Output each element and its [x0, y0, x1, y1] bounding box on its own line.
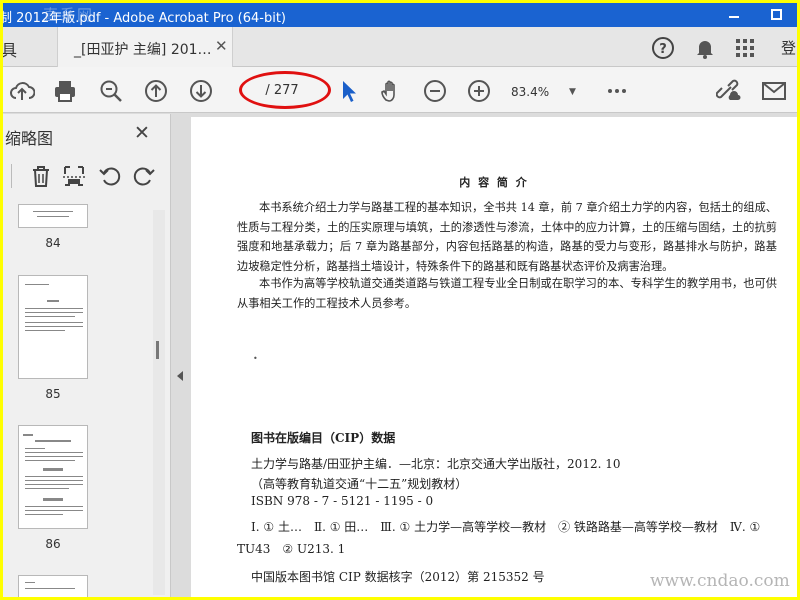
body-paragraph: 本书系统介绍土力学与路基工程的基本知识，全书共 14 章，前 7 章介绍土力学的… [237, 201, 777, 273]
chevron-down-icon: ▼ [569, 87, 576, 97]
page-thumbnail[interactable] [18, 204, 88, 228]
maximize-button[interactable] [761, 5, 791, 25]
thumb-text-line [25, 460, 75, 461]
thumb-text-line [25, 456, 83, 457]
close-panel-icon[interactable]: ✕ [134, 122, 150, 144]
thumbnail-page-number: 86 [45, 537, 61, 551]
thumbnail-page-number: 85 [45, 387, 61, 401]
thumbnail-page-number: 84 [45, 236, 61, 250]
zoom-out-icon[interactable] [422, 78, 448, 104]
divider [11, 164, 12, 188]
thumb-text-line [25, 284, 49, 285]
cip-heading: 图书在版编目（CIP）数据 [251, 431, 396, 445]
thumb-text-line [25, 588, 75, 589]
sign-in-button[interactable]: 登 [781, 37, 796, 58]
close-tab-icon[interactable]: ✕ [215, 37, 228, 55]
thumb-text-line [25, 476, 83, 477]
rotate-left-icon[interactable] [98, 164, 122, 188]
svg-text:?: ? [659, 42, 667, 57]
hand-tool-icon[interactable] [378, 78, 404, 104]
thumb-text-line [25, 582, 35, 583]
thumb-text-line [37, 216, 69, 217]
zoom-level-value: 83.4% [511, 85, 550, 99]
thumb-text-line [25, 308, 83, 309]
zoom-search-icon[interactable] [98, 78, 124, 104]
cip-line: 土力学与路基/田亚护主编．—北京：北京交通大学出版社，2012. 10 [251, 457, 621, 471]
title-bar: 制 2012年版.pdf - Adobe Acrobat Pro (64-bit… [3, 3, 797, 27]
thumb-text-line [25, 322, 83, 323]
tab-tools[interactable]: 具 [3, 27, 50, 67]
thumb-text-line [25, 506, 83, 507]
tab-document-label: _[田亚护 主编] 201… [74, 42, 212, 58]
zoom-level-select[interactable]: 83.4% ▼ [511, 81, 579, 103]
thumb-text-line [25, 484, 83, 485]
select-cursor-icon[interactable] [336, 78, 362, 104]
panel-title: 缩略图 [5, 129, 54, 148]
page-thumbnail[interactable] [18, 575, 88, 597]
thumbnails-panel: 缩略图 ✕ 84 85 86 [3, 114, 171, 597]
scrollbar-thumb[interactable] [156, 341, 159, 359]
thumb-heading-line [35, 440, 71, 442]
thumbnail-scrollbar[interactable] [153, 210, 165, 595]
share-link-icon[interactable] [716, 78, 742, 104]
apps-grid-icon[interactable] [733, 36, 757, 60]
cip-line: ISBN 978 - 7 - 5121 - 1195 - 0 [251, 494, 434, 508]
stray-mark: • [253, 354, 258, 363]
thumb-heading-line [43, 468, 63, 471]
thumb-text-line [25, 510, 83, 511]
thumb-text-line [25, 330, 65, 331]
cip-line: 中国版本图书馆 CIP 数据核字（2012）第 215352 号 [251, 570, 545, 584]
print-icon[interactable] [52, 78, 78, 104]
next-page-icon[interactable] [188, 78, 214, 104]
tab-bar: 具 _[田亚护 主编] 201… ✕ ? 登 [3, 27, 797, 67]
thumb-text-line [25, 448, 45, 449]
thumbnail-list: 84 85 86 [3, 204, 153, 597]
help-icon[interactable]: ? [651, 36, 675, 60]
minimize-button[interactable] [719, 5, 749, 25]
thumb-text-line [25, 488, 69, 489]
thumb-heading-line [47, 300, 59, 302]
thumb-text-line [25, 326, 83, 327]
cloud-upload-icon[interactable] [9, 78, 35, 104]
main-toolbar: / 277 83.4% ▼ [3, 67, 797, 113]
thumb-heading-line [43, 498, 63, 501]
rotate-right-icon[interactable] [132, 164, 156, 188]
highlight-annotation-oval [239, 71, 331, 109]
body-paragraph: 本书作为高等学校轨道交通类道路与铁道工程专业全日制或在职学习的本、专科学生的教学… [237, 277, 777, 310]
cip-line: （高等教育轨道交通“十二五”规划教材） [251, 477, 468, 491]
app-window: 制 2012年版.pdf - Adobe Acrobat Pro (64-bit… [3, 3, 797, 597]
thumb-text-line [25, 480, 83, 481]
collapse-panel-icon[interactable] [177, 371, 183, 381]
thumb-text-line [25, 316, 75, 317]
page-heading: 内 容 简 介 [459, 176, 529, 189]
site-watermark: www.cndao.com [650, 571, 790, 591]
email-icon[interactable] [761, 78, 787, 104]
page-thumbnail[interactable] [18, 275, 88, 379]
document-page: 内 容 简 介 本书系统介绍土力学与路基工程的基本知识，全书共 14 章，前 7… [191, 117, 797, 597]
thumbnail-toolbar [3, 158, 171, 194]
cip-line: Ⅰ. ① 土… Ⅱ. ① 田… Ⅲ. ① 土力学—高等学校—教材 ② 铁路路基—… [237, 520, 761, 556]
previous-page-icon[interactable] [143, 78, 169, 104]
delete-page-icon[interactable] [29, 164, 53, 188]
zoom-in-icon[interactable] [466, 78, 492, 104]
extract-pages-icon[interactable] [62, 164, 86, 188]
thumb-text-line [25, 514, 63, 515]
thumb-text-line [33, 211, 73, 212]
thumb-heading-line [23, 434, 33, 436]
more-options-icon[interactable] [605, 78, 631, 104]
thumb-text-line [25, 312, 83, 313]
tab-document[interactable]: _[田亚护 主编] 201… ✕ [57, 27, 233, 67]
bell-icon[interactable] [693, 36, 717, 60]
thumb-text-line [25, 452, 83, 453]
watermark-overlay: 直系网 [43, 6, 95, 24]
page-thumbnail[interactable] [18, 425, 88, 529]
